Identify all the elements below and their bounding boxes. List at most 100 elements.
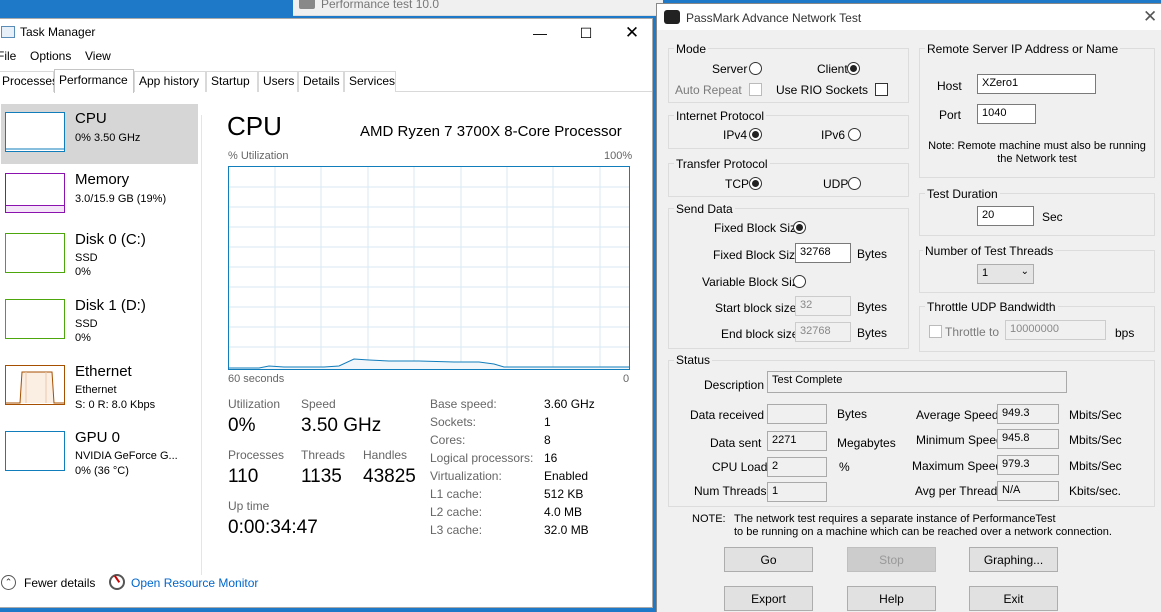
background-window-title: Performance test 10.0	[321, 0, 440, 11]
task-manager-titlebar[interactable]: Task Manager — ☐ ✕	[0, 19, 652, 47]
server-radio[interactable]	[749, 62, 762, 75]
maximum-speed-unit: Mbits/Sec	[1069, 459, 1122, 473]
cpu-detail-value: 4.0 MB	[544, 505, 583, 519]
sidebar-item-ethernet[interactable]: Ethernet Ethernet S: 0 R: 8.0 Kbps	[1, 357, 198, 417]
client-label: Client	[817, 62, 848, 76]
transfer-protocol-label: Transfer Protocol	[674, 157, 770, 171]
udp-radio[interactable]	[848, 177, 861, 190]
speed-value: 3.50 GHz	[301, 415, 382, 436]
tab-bar: Processes Performance App history Startu…	[0, 69, 652, 93]
cpu-detail-label: Virtualization:	[430, 469, 502, 483]
data-received-label: Data received	[690, 408, 765, 422]
handles-label: Handles	[363, 448, 408, 462]
start-block-size-input[interactable]: 32	[795, 296, 851, 316]
end-block-size-input[interactable]: 32768	[795, 322, 851, 342]
fixed-block-radio[interactable]	[793, 221, 806, 234]
cpu-load-label: CPU Load	[712, 460, 768, 474]
remote-server-label: Remote Server IP Address or Name	[925, 42, 1121, 56]
sidebar-divider	[201, 115, 202, 575]
stop-button[interactable]: Stop	[847, 547, 936, 572]
sidebar-item-disk-0[interactable]: Disk 0 (C:) SSD 0%	[1, 225, 198, 285]
gpu-thumbnail	[5, 431, 65, 471]
num-threads-label: Num Threads	[694, 484, 767, 498]
start-block-size-label: Start block size	[715, 301, 797, 315]
tab-performance[interactable]: Performance	[54, 69, 134, 93]
minimize-button[interactable]: —	[517, 19, 563, 47]
help-button[interactable]: Help	[847, 586, 936, 611]
sidebar-item-cpu[interactable]: CPU 0% 3.50 GHz	[1, 104, 198, 164]
tab-details[interactable]: Details	[298, 71, 344, 92]
exit-button[interactable]: Exit	[969, 586, 1058, 611]
throttle-checkbox[interactable]	[929, 325, 942, 338]
sidebar-item-memory[interactable]: Memory 3.0/15.9 GB (19%)	[1, 165, 198, 225]
avg-per-thread-label: Avg per Thread	[915, 484, 998, 498]
test-threads-select[interactable]: 1 ⌄	[977, 264, 1034, 284]
ipv6-radio[interactable]	[848, 128, 861, 141]
task-manager-footer: ⌃ Fewer details Open Resource Monitor	[0, 572, 652, 602]
handles-value: 43825	[363, 466, 416, 487]
variable-block-radio[interactable]	[793, 275, 806, 288]
use-rio-checkbox[interactable]	[875, 83, 888, 96]
processes-label: Processes	[228, 448, 285, 462]
fixed-block-size-input[interactable]: 32768	[795, 243, 851, 263]
percent-unit: %	[839, 460, 850, 474]
menu-view[interactable]: View	[85, 49, 111, 63]
auto-repeat-checkbox[interactable]	[749, 83, 762, 96]
throttle-input[interactable]: 10000000	[1005, 320, 1106, 340]
chevron-up-icon[interactable]: ⌃	[1, 575, 16, 590]
graph-label: % Utilization	[228, 150, 289, 162]
close-icon[interactable]: ✕	[1143, 7, 1157, 27]
bytes-label: Bytes	[857, 300, 888, 314]
background-window-titlebar[interactable]: Performance test 10.0	[293, 0, 663, 16]
average-speed-unit: Mbits/Sec	[1069, 408, 1122, 422]
test-duration-input[interactable]: 20	[977, 206, 1034, 226]
cpu-detail-value: Enabled	[544, 469, 589, 483]
cpu-detail-value: 3.60 GHz	[544, 397, 595, 411]
test-duration-label: Test Duration	[925, 187, 1000, 201]
open-resource-monitor-link[interactable]: Open Resource Monitor	[131, 576, 258, 590]
graphing-button[interactable]: Graphing...	[969, 547, 1058, 572]
tab-app-history[interactable]: App history	[134, 71, 206, 92]
close-button[interactable]: ✕	[609, 19, 655, 47]
auto-repeat-label: Auto Repeat	[675, 83, 742, 97]
cpu-load-field: 2	[767, 457, 827, 477]
maximum-speed-label: Maximum Speed	[912, 459, 1003, 473]
test-threads-value: 1	[982, 267, 989, 279]
ipv4-radio[interactable]	[749, 128, 762, 141]
window-title: Task Manager	[20, 25, 96, 39]
tab-users[interactable]: Users	[258, 71, 298, 92]
sidebar-item-disk-1[interactable]: Disk 1 (D:) SSD 0%	[1, 291, 198, 351]
cpu-detail-value: 1	[544, 415, 551, 429]
passmark-titlebar[interactable]: PassMark Advance Network Test ✕	[657, 4, 1161, 30]
tab-processes[interactable]: Processes	[0, 71, 58, 92]
uptime-label: Up time	[228, 499, 270, 513]
tab-services[interactable]: Services	[344, 71, 396, 92]
tab-startup[interactable]: Startup	[206, 71, 258, 92]
maximize-button[interactable]: ☐	[563, 19, 609, 47]
client-radio[interactable]	[847, 62, 860, 75]
cpu-detail-value: 8	[544, 433, 551, 447]
avg-per-thread-unit: Kbits/sec.	[1069, 484, 1122, 498]
graph-time-label: 60 seconds	[228, 373, 285, 385]
menu-options[interactable]: Options	[30, 49, 71, 63]
go-button[interactable]: Go	[724, 547, 813, 572]
minimum-speed-unit: Mbits/Sec	[1069, 433, 1122, 447]
num-threads-field: 1	[767, 482, 827, 502]
sidebar-item-label: Memory	[75, 171, 130, 188]
sidebar-item-gpu-0[interactable]: GPU 0 NVIDIA GeForce G... 0% (36 °C)	[1, 423, 198, 483]
fewer-details-button[interactable]: Fewer details	[24, 576, 95, 590]
cpu-detail-label: Sockets:	[430, 415, 477, 429]
sidebar-item-label: CPU	[75, 110, 107, 127]
tcp-radio[interactable]	[749, 177, 762, 190]
description-label: Description	[704, 378, 765, 392]
export-button[interactable]: Export	[724, 586, 813, 611]
internet-protocol-label: Internet Protocol	[674, 109, 767, 123]
menu-bar: File Options View	[0, 47, 652, 67]
ipv6-label: IPv6	[821, 128, 846, 142]
host-input[interactable]: XZero1	[977, 74, 1096, 94]
test-threads-label: Number of Test Threads	[923, 244, 1056, 258]
sidebar-item-detail: 0%	[75, 266, 91, 278]
port-input[interactable]: 1040	[977, 104, 1036, 124]
host-label: Host	[937, 79, 962, 93]
menu-file[interactable]: File	[0, 49, 16, 63]
